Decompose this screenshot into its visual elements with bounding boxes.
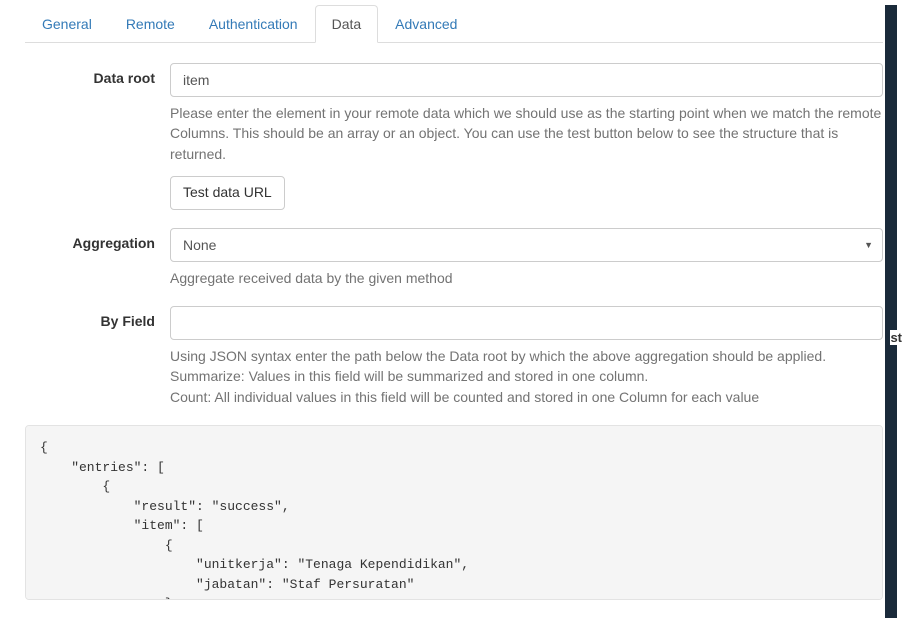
tab-authentication[interactable]: Authentication <box>192 5 315 43</box>
by-field-label: By Field <box>25 306 170 407</box>
tab-data[interactable]: Data <box>315 5 379 43</box>
code-preview[interactable]: { "entries": [ { "result": "success", "i… <box>25 425 883 600</box>
aggregation-row: Aggregation None Aggregate received data… <box>25 228 883 288</box>
aggregation-help: Aggregate received data by the given met… <box>170 268 883 288</box>
data-root-input[interactable] <box>170 63 883 97</box>
background-text-fragment: st <box>890 330 902 345</box>
tab-advanced[interactable]: Advanced <box>378 5 474 43</box>
by-field-input[interactable] <box>170 306 883 340</box>
data-root-label: Data root <box>25 63 170 210</box>
data-root-help: Please enter the element in your remote … <box>170 103 883 164</box>
tab-remote[interactable]: Remote <box>109 5 192 43</box>
data-root-row: Data root Please enter the element in yo… <box>25 63 883 210</box>
tab-general[interactable]: General <box>25 5 109 43</box>
test-data-url-button[interactable]: Test data URL <box>170 176 285 210</box>
aggregation-select[interactable]: None <box>170 228 883 262</box>
aggregation-label: Aggregation <box>25 228 170 288</box>
by-field-row: By Field Using JSON syntax enter the pat… <box>25 306 883 407</box>
by-field-help: Using JSON syntax enter the path below t… <box>170 346 883 407</box>
background-panel-edge <box>885 5 903 618</box>
form-area: Data root Please enter the element in yo… <box>25 43 883 600</box>
tabs-container: General Remote Authentication Data Advan… <box>25 5 883 43</box>
